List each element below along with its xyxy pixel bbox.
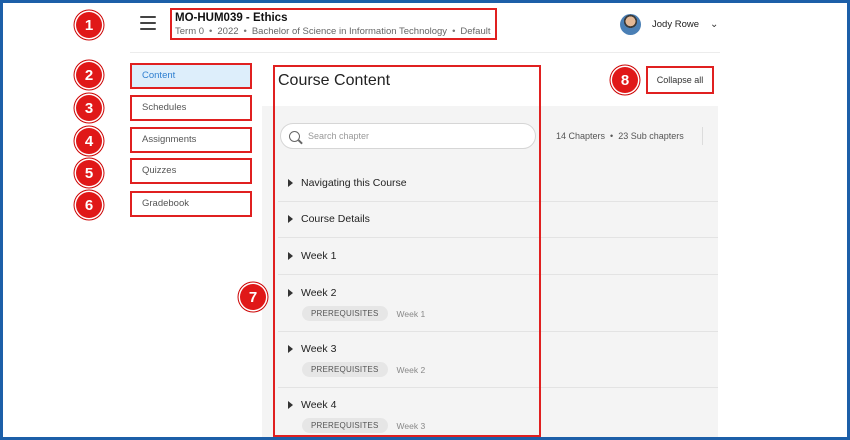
header-divider [130,52,720,53]
annotation-badge-4: 4 [76,128,102,154]
course-term: Term 0 [175,26,205,37]
sidebar-item-schedules[interactable]: Schedules [130,95,252,121]
annotation-badge-6: 6 [76,192,102,218]
course-program: Bachelor of Science in Information Techn… [251,26,448,37]
annotation-badge-3: 3 [76,95,102,121]
user-name: Jody Rowe [652,18,699,30]
avatar[interactable] [620,13,641,35]
sidebar-item-assignments[interactable]: Assignments [130,127,252,153]
sidebar-item-content[interactable]: Content [130,63,252,89]
annotation-badge-7: 7 [240,284,266,310]
meta-separator: • [209,26,213,37]
subchapters-count: 23 Sub chapters [618,131,684,141]
annotation-badge-1: 1 [76,12,102,38]
annotation-badge-8: 8 [612,67,638,93]
hamburger-menu-icon[interactable] [140,16,156,30]
course-header: MO-HUM039 - Ethics Term 0 • 2022 • Bachelor … [170,8,497,40]
collapse-all-button[interactable]: Collapse all [646,66,714,94]
course-content-highlight [273,65,541,437]
course-year: 2022 [217,26,239,37]
count-separator: • [610,131,614,141]
chapter-counts: 14 Chapters • 23 Sub chapters [556,131,684,141]
course-section: Default [460,26,491,37]
course-meta: Term 0 • 2022 • Bachelor of Science in Infor… [175,25,495,39]
meta-separator: • [452,26,456,37]
meta-separator: • [243,26,247,37]
chapters-count: 14 Chapters [556,131,606,141]
annotation-badge-2: 2 [76,62,102,88]
sidebar-item-quizzes[interactable]: Quizzes [130,158,252,184]
counts-divider [702,127,703,145]
chevron-down-icon[interactable]: ⌄ [710,19,718,30]
course-title: MO-HUM039 - Ethics [175,12,288,24]
sidebar-item-gradebook[interactable]: Gradebook [130,191,252,217]
annotation-badge-5: 5 [76,160,102,186]
user-menu[interactable]: Jody Rowe ⌄ [620,13,718,35]
